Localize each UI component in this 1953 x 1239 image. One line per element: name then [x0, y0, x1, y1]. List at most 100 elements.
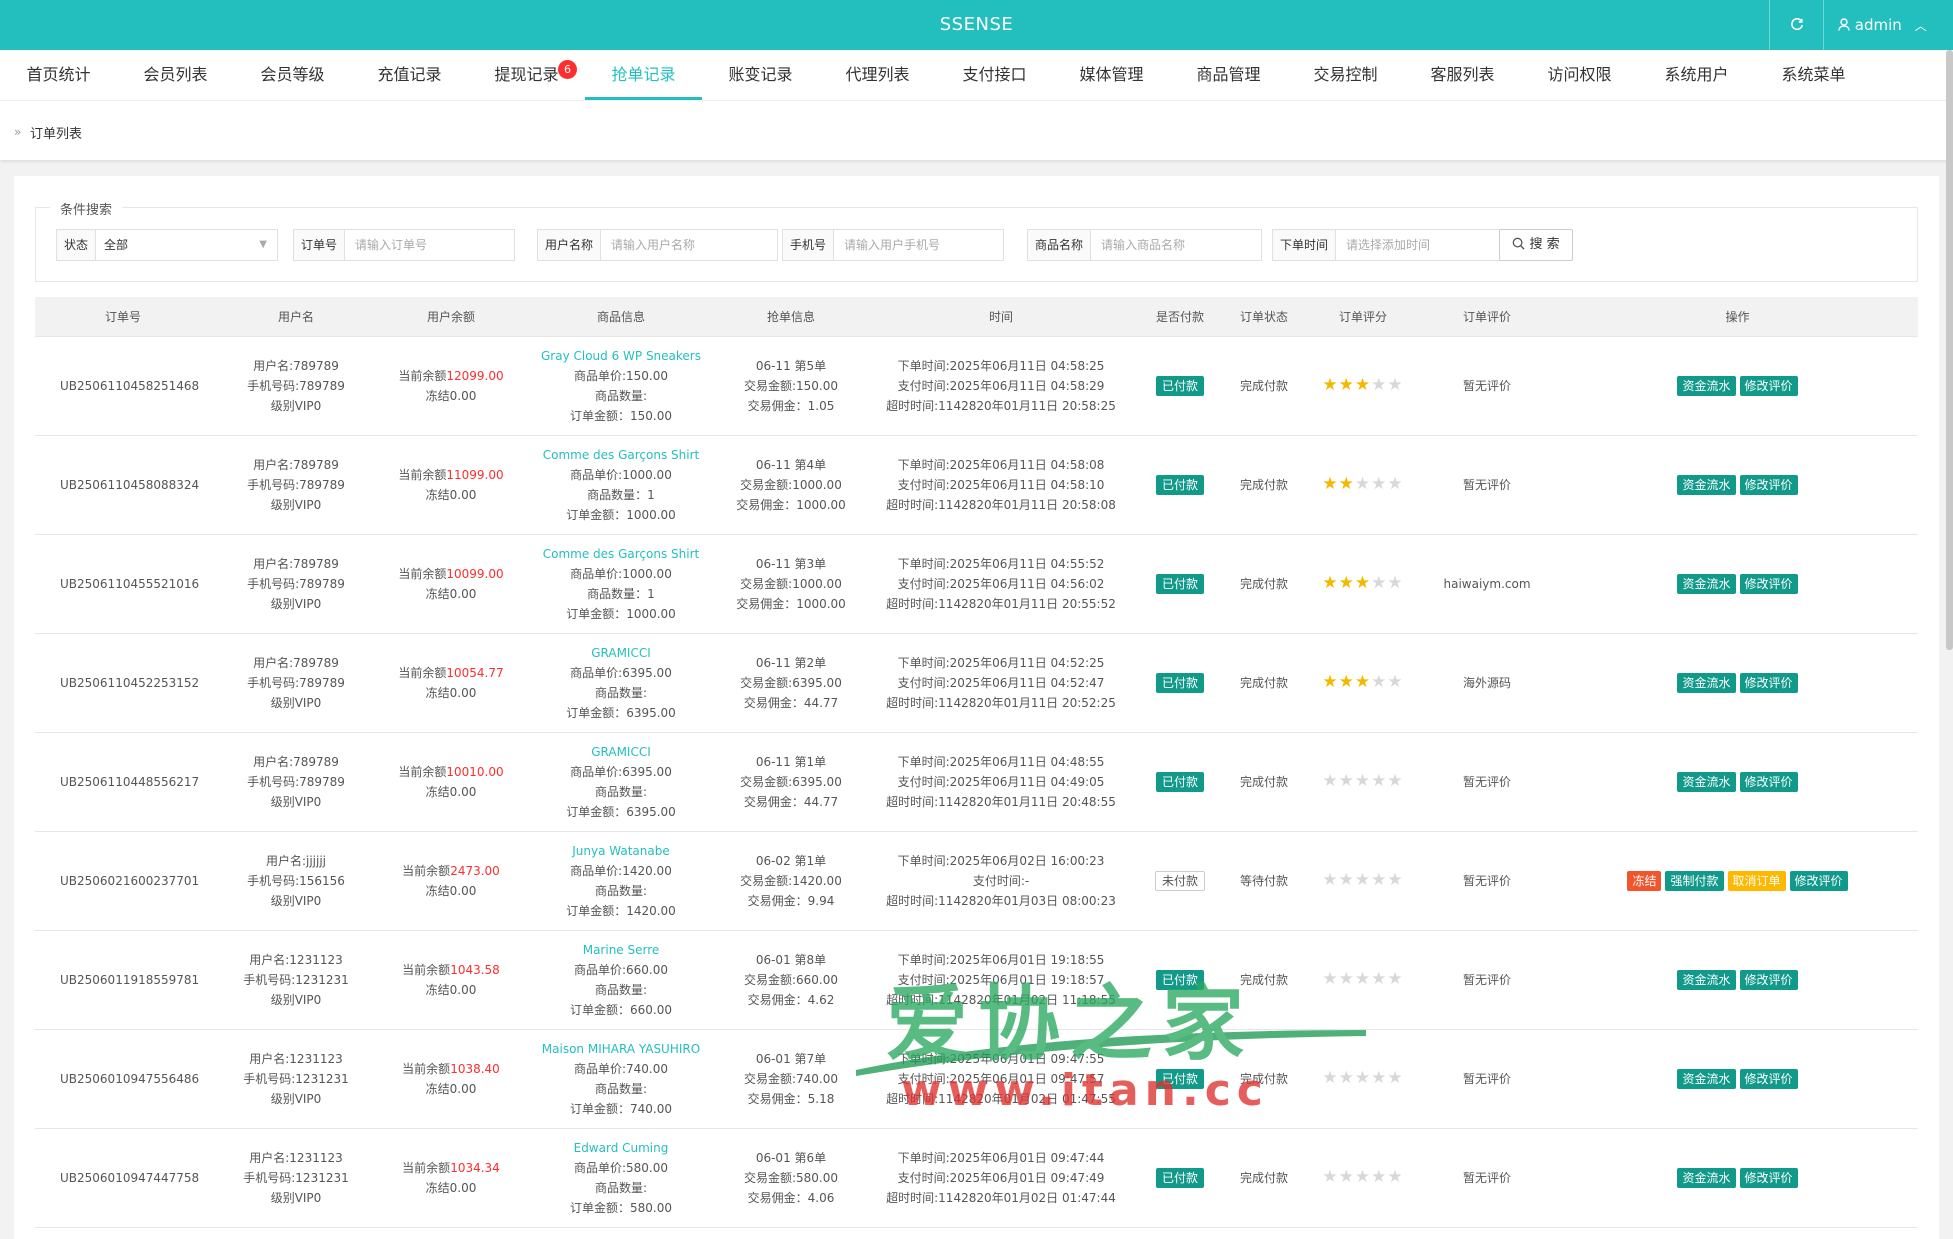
action-button[interactable]: 资金流水 — [1677, 573, 1736, 594]
balance-value: 10054.77 — [446, 665, 504, 680]
star-rating[interactable]: ★★★★★ — [1322, 474, 1403, 494]
column-header: 商品信息 — [521, 297, 721, 337]
order-id: UB2506011918559781 — [35, 930, 211, 1030]
action-button[interactable]: 资金流水 — [1677, 771, 1736, 792]
action-button[interactable]: 冻结 — [1627, 870, 1662, 891]
search-button[interactable]: 搜 索 — [1499, 229, 1573, 261]
action-button[interactable]: 修改评价 — [1739, 1167, 1798, 1188]
action-button[interactable]: 修改评价 — [1739, 573, 1798, 594]
order-input[interactable] — [345, 230, 514, 260]
product-name-link[interactable]: Marine Serre — [521, 940, 721, 960]
username: 用户名:1231123 — [249, 952, 343, 967]
timeout-time: 超时时间:1142820年01月11日 20:58:25 — [886, 398, 1116, 413]
column-header: 用户余额 — [381, 297, 521, 337]
nav-item-4[interactable]: 提现记录 6 — [468, 50, 585, 100]
nav-item-8[interactable]: 支付接口 — [936, 50, 1053, 100]
page-scrollbar[interactable] — [1946, 50, 1953, 650]
action-button[interactable]: 资金流水 — [1677, 672, 1736, 693]
product-cell: Maison MIHARA YASUHIRO 商品单价:740.00 商品数量: 订单… — [521, 1029, 721, 1129]
balance-label: 当前余额 — [398, 467, 447, 482]
action-button[interactable]: 修改评价 — [1789, 870, 1848, 891]
product-name-link[interactable]: GRAMICCI — [521, 742, 721, 762]
star-rating[interactable]: ★★★★★ — [1322, 375, 1403, 395]
action-button[interactable]: 资金流水 — [1677, 1068, 1736, 1089]
action-button[interactable]: 资金流水 — [1677, 375, 1736, 396]
star-rating[interactable]: ★★★★★ — [1322, 771, 1403, 791]
placed-time: 下单时间:2025年06月11日 04:58:25 — [897, 358, 1105, 373]
order-review: 暂无评价 — [1417, 732, 1557, 832]
nav-item-3[interactable]: 充值记录 — [351, 50, 468, 100]
product-input[interactable] — [1091, 230, 1261, 260]
action-button[interactable]: 修改评价 — [1739, 375, 1798, 396]
balance-value: 1034.34 — [450, 1160, 500, 1175]
user-cell: 用户名:789789 手机号码:789789 级别VIP0 — [211, 435, 381, 535]
balance-value: 12099.00 — [446, 368, 504, 383]
star-rating[interactable]: ★★★★★ — [1322, 573, 1403, 593]
refresh-icon — [1790, 16, 1804, 34]
frozen-amount: 冻结0.00 — [425, 883, 477, 898]
user-cell: 用户名:1231123 手机号码:1231231 级别VIP0 — [211, 1029, 381, 1129]
product-name-link[interactable]: Gray Cloud 6 WP Sneakers — [521, 346, 721, 366]
product-cell: Marine Serre 商品单价:660.00 商品数量: 订单金额：660.00 — [521, 930, 721, 1030]
paid-time: 支付时间:- — [972, 873, 1030, 888]
phone-number: 手机号码:1231231 — [243, 972, 349, 987]
status-value[interactable]: 全部 ▼ — [96, 230, 277, 260]
nav-item-11[interactable]: 交易控制 — [1287, 50, 1404, 100]
quantity: 商品数量: — [594, 883, 648, 898]
nav-item-7[interactable]: 代理列表 — [819, 50, 936, 100]
placed-time: 下单时间:2025年06月11日 04:48:55 — [897, 754, 1105, 769]
nav-item-2[interactable]: 会员等级 — [234, 50, 351, 100]
action-button[interactable]: 资金流水 — [1677, 474, 1736, 495]
action-button[interactable]: 取消订单 — [1727, 870, 1786, 891]
action-button[interactable]: 修改评价 — [1739, 672, 1798, 693]
nav-item-0[interactable]: 首页统计 — [0, 50, 117, 100]
time-input[interactable] — [1336, 230, 1505, 260]
star-rating[interactable]: ★★★★★ — [1322, 1068, 1403, 1088]
nav-item-13[interactable]: 访问权限 — [1521, 50, 1638, 100]
star-rating[interactable]: ★★★★★ — [1322, 672, 1403, 692]
order-review: 暂无评价 — [1417, 930, 1557, 1030]
user-menu[interactable]: admin ︿ — [1823, 0, 1953, 50]
order-status: 完成付款 — [1219, 336, 1309, 436]
action-button[interactable]: 修改评价 — [1739, 1068, 1798, 1089]
action-button[interactable]: 修改评价 — [1739, 474, 1798, 495]
action-button[interactable]: 强制付款 — [1665, 870, 1724, 891]
action-button[interactable]: 修改评价 — [1739, 771, 1798, 792]
nav-item-1[interactable]: 会员列表 — [117, 50, 234, 100]
unit-price: 商品单价:740.00 — [573, 1061, 669, 1076]
nav-item-9[interactable]: 媒体管理 — [1053, 50, 1170, 100]
product-name-link[interactable]: Junya Watanabe — [521, 841, 721, 861]
paid-time: 支付时间:2025年06月01日 19:18:57 — [897, 972, 1105, 987]
product-name-link[interactable]: Comme des Garçons Shirt — [521, 544, 721, 564]
star-rating[interactable]: ★★★★★ — [1322, 1167, 1403, 1187]
order-id: UB2506110458251468 — [35, 336, 211, 436]
vip-level: 级别VIP0 — [270, 1091, 322, 1106]
unit-price: 商品单价:1420.00 — [570, 863, 672, 878]
action-button[interactable]: 修改评价 — [1739, 969, 1798, 990]
nav-item-15[interactable]: 系统菜单 — [1755, 50, 1872, 100]
refresh-button[interactable] — [1769, 0, 1823, 50]
username-input[interactable] — [601, 230, 777, 260]
action-button[interactable]: 资金流水 — [1677, 969, 1736, 990]
product-name-link[interactable]: Maison MIHARA YASUHIRO — [521, 1039, 721, 1059]
product-name-link[interactable]: Comme des Garçons Shirt — [521, 445, 721, 465]
star-icon: ★ — [1338, 1167, 1355, 1187]
action-button[interactable]: 资金流水 — [1677, 1167, 1736, 1188]
phone-input[interactable] — [834, 230, 1003, 260]
nav-item-6[interactable]: 账变记录 — [702, 50, 819, 100]
table-row: UB2506110448556217 用户名:789789 手机号码:789789 级… — [35, 732, 1918, 832]
nav-item-12[interactable]: 客服列表 — [1404, 50, 1521, 100]
nav-item-10[interactable]: 商品管理 — [1170, 50, 1287, 100]
star-rating[interactable]: ★★★★★ — [1322, 969, 1403, 989]
table-row: UB2506110458251468 用户名:789789 手机号码:789789 级… — [35, 336, 1918, 436]
status-select[interactable]: 状态 全部 ▼ — [56, 229, 278, 261]
rating-cell: ★★★★★ — [1309, 831, 1417, 931]
product-name-link[interactable]: Edward Cuming — [521, 1138, 721, 1158]
nav-item-5[interactable]: 抢单记录 — [585, 50, 702, 100]
table-row: UB2506010947556486 用户名:1231123 手机号码:123123… — [35, 1029, 1918, 1129]
product-name-link[interactable]: GRAMICCI — [521, 643, 721, 663]
star-rating[interactable]: ★★★★★ — [1322, 870, 1403, 890]
balance-label: 当前余额 — [398, 764, 447, 779]
rating-cell: ★★★★★ — [1309, 1029, 1417, 1129]
nav-item-14[interactable]: 系统用户 — [1638, 50, 1755, 100]
